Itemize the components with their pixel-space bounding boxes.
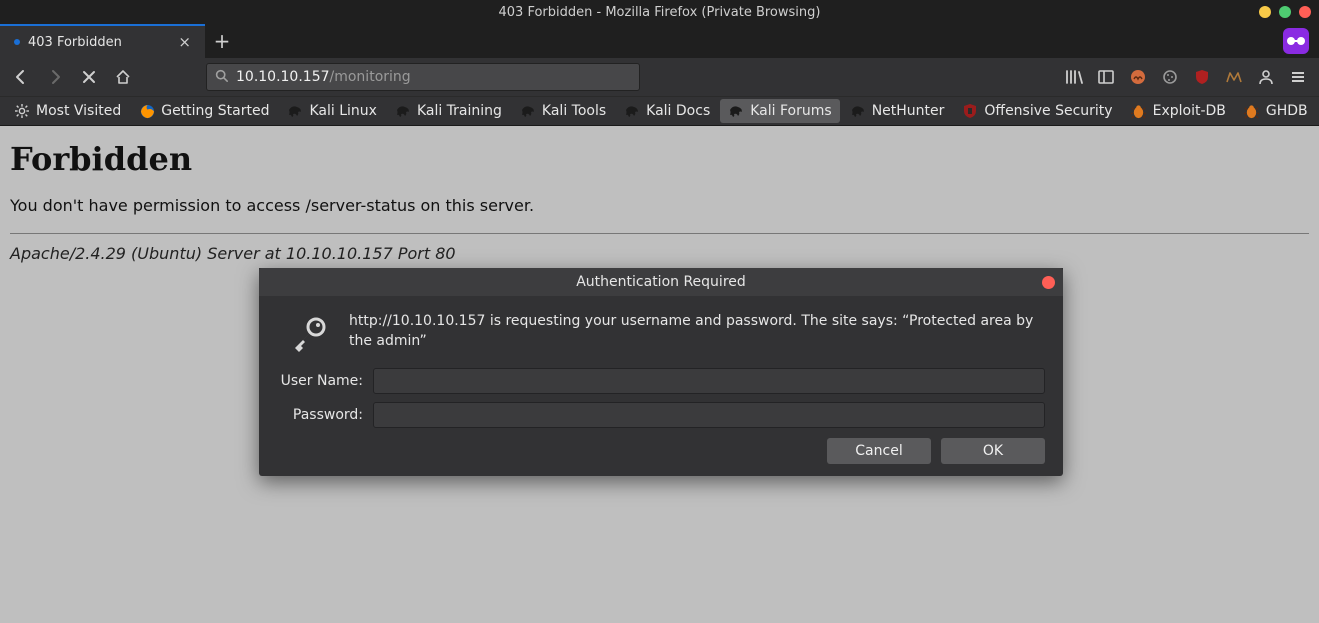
new-tab-button[interactable]: +	[205, 24, 239, 58]
bookmark-item[interactable]: Kali Docs	[616, 99, 718, 123]
url-text: 10.10.10.157/monitoring	[236, 69, 411, 85]
home-button[interactable]	[108, 62, 138, 92]
bookmark-label: Exploit-DB	[1153, 103, 1226, 119]
bookmark-item[interactable]: GHDB	[1236, 99, 1316, 123]
maximize-button[interactable]	[1279, 6, 1291, 18]
window-controls	[1259, 0, 1311, 24]
bookmark-item[interactable]: Getting Started	[131, 99, 277, 123]
bookmark-item[interactable]: Kali Training	[387, 99, 510, 123]
bookmark-item[interactable]: NetHunter	[842, 99, 953, 123]
bookmark-label: Kali Forums	[750, 103, 831, 119]
bookmark-item[interactable]: Most Visited	[6, 99, 129, 123]
bookmark-label: Kali Tools	[542, 103, 606, 119]
bookmark-label: GHDB	[1266, 103, 1308, 119]
bookmark-item[interactable]: Exploit-DB	[1123, 99, 1234, 123]
dialog-titlebar[interactable]: Authentication Required	[259, 268, 1063, 296]
bookmark-label: Kali Docs	[646, 103, 710, 119]
dialog-body: http://10.10.10.157 is requesting your u…	[259, 296, 1063, 476]
username-label: User Name:	[277, 373, 373, 389]
nav-toolbar: 10.10.10.157/monitoring	[0, 58, 1319, 96]
bookmark-label: Getting Started	[161, 103, 269, 119]
dragon-icon	[395, 103, 411, 119]
library-icon[interactable]	[1063, 66, 1085, 88]
dragon-icon	[850, 103, 866, 119]
window-titlebar: 403 Forbidden - Mozilla Firefox (Private…	[0, 0, 1319, 24]
dragon-icon	[287, 103, 303, 119]
loading-icon	[14, 39, 20, 45]
dialog-title: Authentication Required	[576, 274, 746, 290]
server-footer: Apache/2.4.29 (Ubuntu) Server at 10.10.1…	[10, 244, 1309, 263]
bookmark-label: Offensive Security	[984, 103, 1112, 119]
password-label: Password:	[277, 407, 373, 423]
bookmarks-bar: Most Visited Getting Started Kali Linux Kal…	[0, 96, 1319, 126]
gear-icon	[14, 103, 30, 119]
search-icon	[215, 69, 228, 86]
minimize-button[interactable]	[1259, 6, 1271, 18]
forward-button[interactable]	[40, 62, 70, 92]
os-icon	[962, 103, 978, 119]
forbidden-message: You don't have permission to access /ser…	[10, 196, 1309, 215]
close-window-button[interactable]	[1299, 6, 1311, 18]
account-icon[interactable]	[1255, 66, 1277, 88]
toolbar-right-icons	[1063, 66, 1313, 88]
password-input[interactable]	[373, 402, 1045, 428]
bookmark-item[interactable]: Offensive Security	[954, 99, 1120, 123]
key-icon	[289, 314, 329, 354]
address-bar[interactable]: 10.10.10.157/monitoring	[206, 63, 640, 91]
username-input[interactable]	[373, 368, 1045, 394]
url-host: 10.10.10.157	[236, 69, 330, 85]
page-heading: Forbidden	[10, 140, 1309, 178]
noscript-icon[interactable]	[1127, 66, 1149, 88]
bookmark-item[interactable]: Kali Linux	[279, 99, 384, 123]
divider	[10, 233, 1309, 234]
back-button[interactable]	[6, 62, 36, 92]
bookmark-label: Most Visited	[36, 103, 121, 119]
tab-close-button[interactable]: ×	[174, 33, 195, 51]
dialog-message: http://10.10.10.157 is requesting your u…	[349, 312, 1045, 351]
cancel-button[interactable]: Cancel	[827, 438, 931, 464]
private-browsing-icon	[1283, 28, 1309, 54]
bookmark-label: Kali Linux	[309, 103, 376, 119]
bookmark-label: NetHunter	[872, 103, 945, 119]
url-path: /monitoring	[330, 69, 411, 85]
menu-icon[interactable]	[1287, 66, 1309, 88]
bookmark-label: Kali Training	[417, 103, 502, 119]
tab-bar: 403 Forbidden × +	[0, 24, 1319, 58]
cookie-icon[interactable]	[1159, 66, 1181, 88]
dragon-icon	[520, 103, 536, 119]
auth-dialog: Authentication Required http://10.10.10.…	[259, 268, 1063, 476]
dragon-icon	[728, 103, 744, 119]
tab-title: 403 Forbidden	[28, 35, 174, 50]
window-title: 403 Forbidden - Mozilla Firefox (Private…	[499, 5, 821, 20]
stop-button[interactable]	[74, 62, 104, 92]
bug-icon	[1131, 103, 1147, 119]
ublock-icon[interactable]	[1191, 66, 1213, 88]
browser-tab[interactable]: 403 Forbidden ×	[0, 24, 205, 58]
ok-button[interactable]: OK	[941, 438, 1045, 464]
sidebar-icon[interactable]	[1095, 66, 1117, 88]
dialog-close-button[interactable]	[1042, 276, 1055, 289]
bug-icon	[1244, 103, 1260, 119]
foxyproxy-icon[interactable]	[1223, 66, 1245, 88]
bookmark-item[interactable]: Kali Tools	[512, 99, 614, 123]
bookmark-item[interactable]: Kali Forums	[720, 99, 839, 123]
firefox-icon	[139, 103, 155, 119]
dragon-icon	[624, 103, 640, 119]
